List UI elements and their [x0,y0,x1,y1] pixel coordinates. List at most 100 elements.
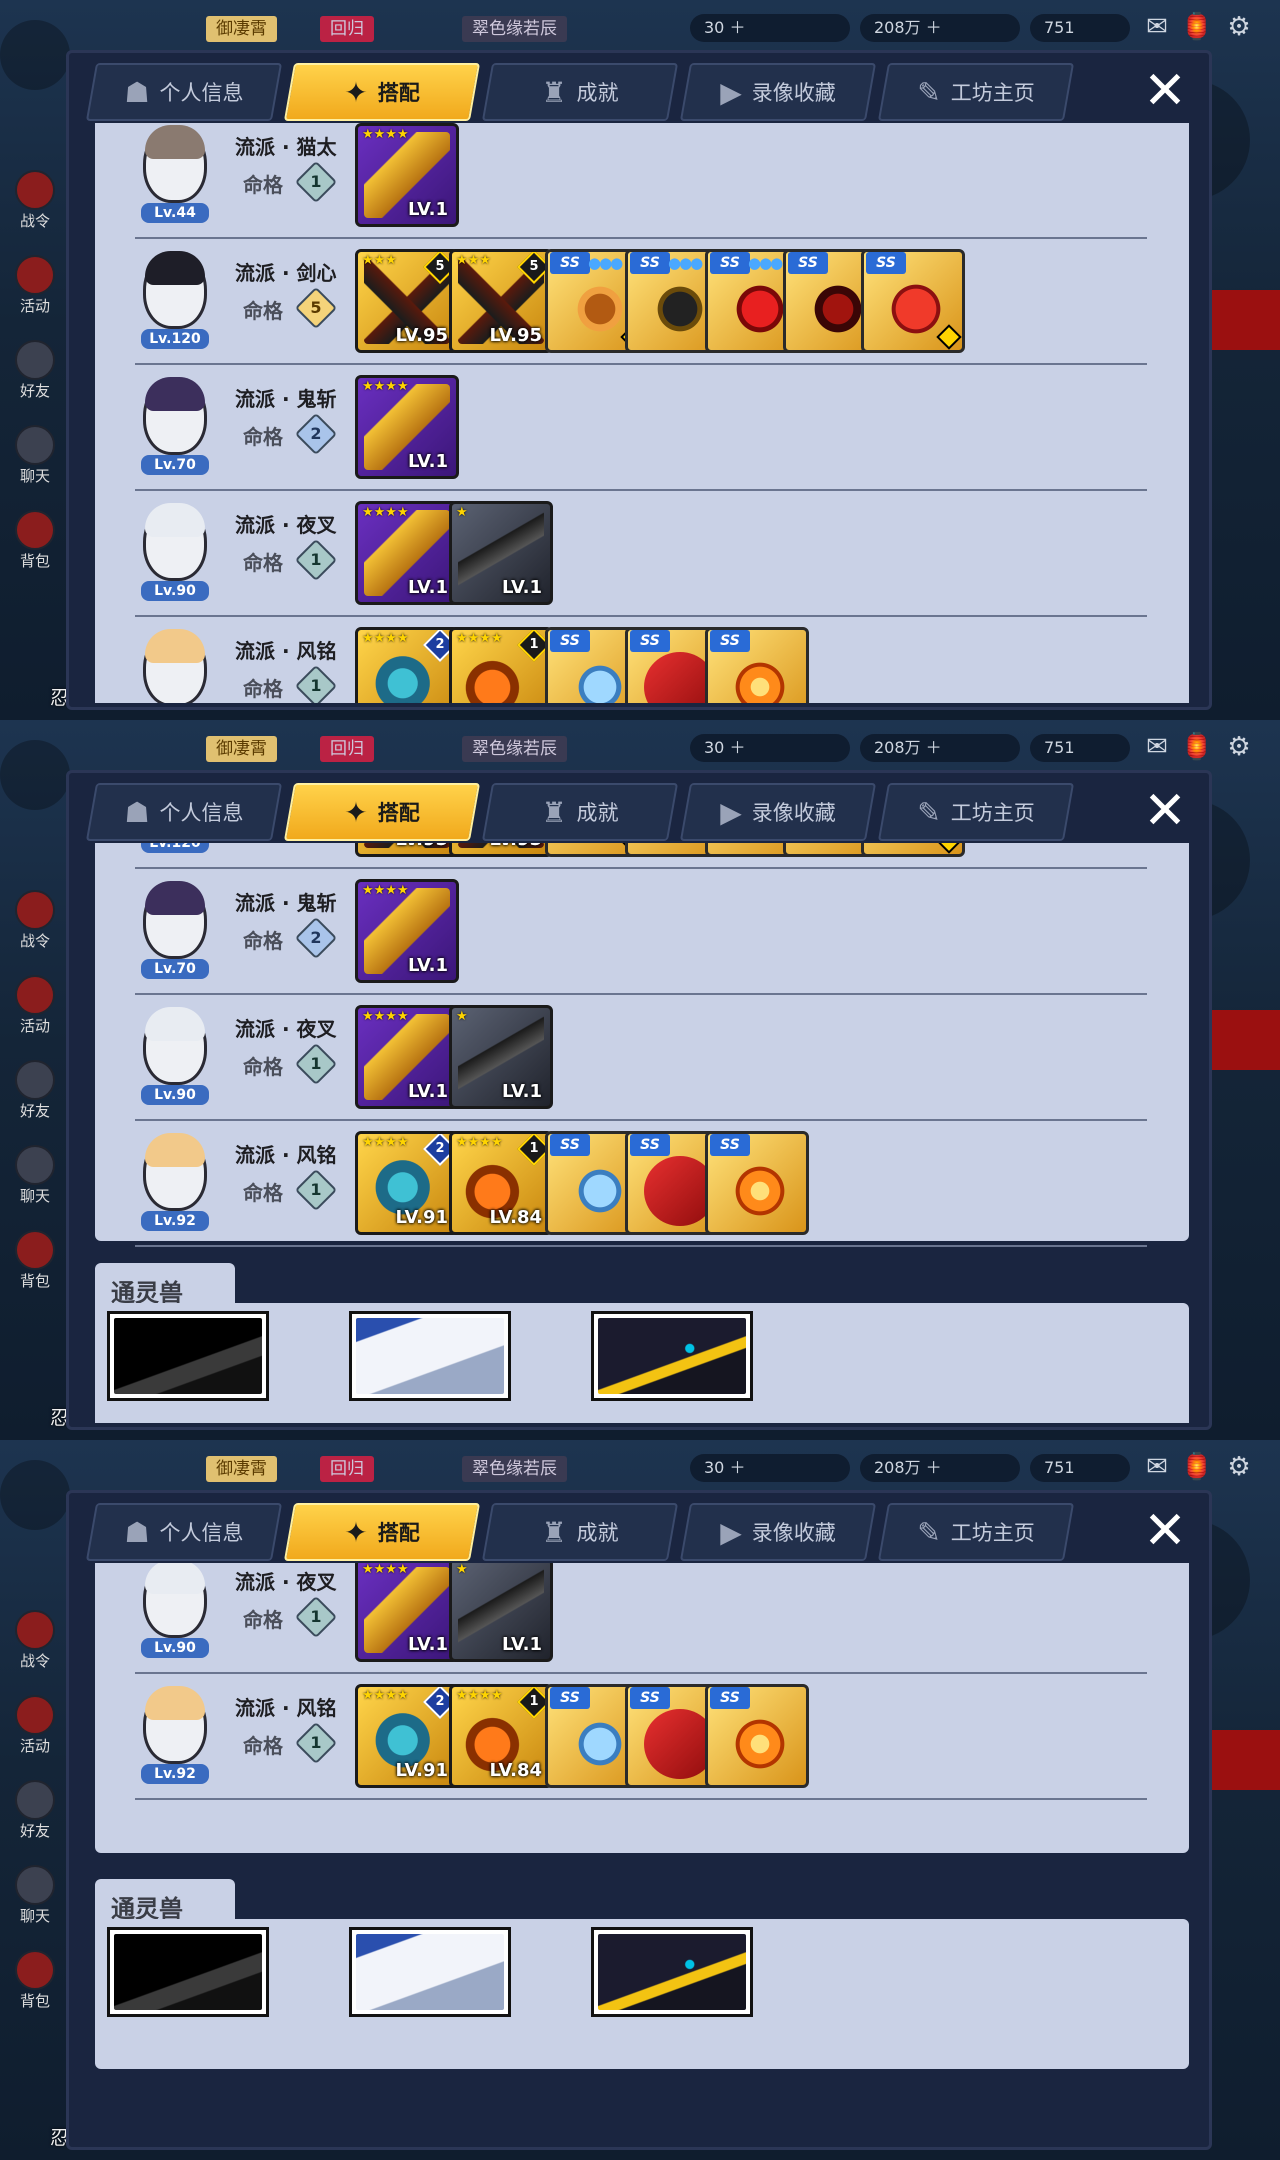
ninja-avatar[interactable]: Lv.70 [135,881,215,981]
settings-icon[interactable]: ⚙ [1222,10,1256,44]
dragon-weapon-item[interactable]: ★★★★2LV.91 [355,627,459,703]
tab-achievement[interactable]: ♜ 成就 [481,1503,679,1561]
pumpkin-weapon-item[interactable]: ★★★★1LV.84 [449,1684,553,1788]
black-dragon-beast[interactable] [107,1311,269,1401]
black-dragon-beast[interactable] [107,1927,269,2017]
crossblade-weapon-item[interactable]: ★★★5LV.95 [355,843,459,857]
kunai-weapon-item[interactable]: ★ LV.1 [449,1005,553,1109]
ninja-row[interactable]: Lv.92 流派 · 风铭 命格 1 ★★★★2LV.91★★★★1LV.84S… [135,1121,1147,1247]
tab-replays[interactable]: ▶ 录像收藏 [679,783,877,841]
tab-workshop[interactable]: ✎ 工坊主页 [877,783,1075,841]
ninja-row[interactable]: Lv.70 流派 · 鬼斩 命格 2 ★★★★ LV.1 [135,365,1147,491]
nav-chat[interactable]: 聊天 [4,425,66,486]
white-eagle-beast[interactable] [349,1311,511,1401]
return-label[interactable]: 回归 [320,736,374,762]
tab-profile[interactable]: ☗ 个人信息 [85,783,283,841]
close-icon[interactable]: ✕ [1137,63,1193,119]
tab-replays[interactable]: ▶ 录像收藏 [679,63,877,121]
ninja-row[interactable]: Lv.44 流派 · 猫太 命格 1 ★★★★ LV.1 [135,123,1147,239]
ninja-avatar[interactable]: Lv.92 [135,1133,215,1233]
dragon-weapon-item[interactable]: ★★★★2LV.91 [355,1684,459,1788]
gift-icon[interactable]: 🏮 [1180,10,1214,44]
ninja-avatar[interactable]: Lv.120 [135,843,215,855]
mail-icon[interactable]: ✉ [1140,10,1174,44]
gift-icon[interactable]: 🏮 [1180,1450,1214,1484]
nav-activity[interactable]: 活动 [4,1695,66,1756]
ninja-row[interactable]: Lv.92 流派 · 风铭 命格 1 ★★★★2LV.91★★★★1LV.84S… [135,1674,1147,1800]
scroll-weapon-item[interactable]: ★★★★ LV.1 [355,375,459,479]
crossblade-weapon-item[interactable]: ★★★5LV.95 [355,249,459,353]
event-label[interactable]: 翠色缘若辰 [462,16,567,42]
settings-icon[interactable]: ⚙ [1222,1450,1256,1484]
tab-replays[interactable]: ▶ 录像收藏 [679,1503,877,1561]
loadout-scroll[interactable]: Lv.120 流派 · 剑心 命格 5 ★★★5LV.95★★★5LV.95SS… [95,843,1189,1423]
black-crow-beast[interactable] [591,1927,753,2017]
rose-treasure-item[interactable]: SS [861,249,965,353]
scroll-weapon-item[interactable]: ★★★★ LV.1 [355,1005,459,1109]
tab-loadout[interactable]: ✦ 搭配 [283,783,481,841]
kunai-weapon-item[interactable]: ★ LV.1 [449,501,553,605]
black-crow-beast[interactable] [591,1311,753,1401]
ninja-avatar[interactable]: Lv.90 [135,1007,215,1107]
ninja-avatar[interactable]: Lv.92 [135,629,215,703]
scroll-weapon-item[interactable]: ★★★★ LV.1 [355,501,459,605]
tab-workshop[interactable]: ✎ 工坊主页 [877,63,1075,121]
tab-loadout[interactable]: ✦ 搭配 [283,1503,481,1561]
dragon-weapon-item[interactable]: ★★★★2LV.91 [355,1131,459,1235]
nav-activity[interactable]: 活动 [4,255,66,316]
scroll-weapon-item[interactable]: ★★★★ LV.1 [355,123,459,227]
nav-friends[interactable]: 好友 [4,1780,66,1841]
tab-workshop[interactable]: ✎ 工坊主页 [877,1503,1075,1561]
nav-friends[interactable]: 好友 [4,340,66,401]
crossblade-weapon-item[interactable]: ★★★5LV.95 [449,249,553,353]
fire-orb-treasure-item[interactable]: SS [705,627,809,703]
ninja-row[interactable]: Lv.120 流派 · 剑心 命格 5 ★★★5LV.95★★★5LV.95SS… [135,239,1147,365]
ninja-avatar[interactable]: Lv.92 [135,1686,215,1786]
fire-orb-treasure-item[interactable]: SS [705,1684,809,1788]
crossblade-weapon-item[interactable]: ★★★5LV.95 [449,843,553,857]
ninja-row[interactable]: Lv.90 流派 · 夜叉 命格 1 ★★★★ LV.1 ★ LV.1 [135,491,1147,617]
gift-icon[interactable]: 🏮 [1180,730,1214,764]
tab-achievement[interactable]: ♜ 成就 [481,783,679,841]
ninja-avatar[interactable]: Lv.120 [135,251,215,351]
mail-icon[interactable]: ✉ [1140,730,1174,764]
event-label[interactable]: 翠色缘若辰 [462,1456,567,1482]
pumpkin-weapon-item[interactable]: ★★★★1LV.84 [449,627,553,703]
ninja-avatar[interactable]: Lv.70 [135,377,215,477]
ninja-row[interactable]: Lv.90 流派 · 夜叉 命格 1 ★★★★ LV.1 ★ LV.1 [135,995,1147,1121]
ninja-row[interactable]: Lv.70 流派 · 鬼斩 命格 2 ★★★★ LV.1 [135,869,1147,995]
ninja-avatar[interactable]: Lv.90 [135,1563,215,1660]
nav-battlepass[interactable]: 战令 [4,170,66,231]
loadout-scroll[interactable]: Lv.90 流派 · 夜叉 命格 1 ★★★★ LV.1 ★ LV.1 Lv.92 流… [95,1563,1189,2143]
mail-icon[interactable]: ✉ [1140,1450,1174,1484]
ninja-avatar[interactable]: Lv.90 [135,503,215,603]
tab-profile[interactable]: ☗ 个人信息 [85,1503,283,1561]
nav-activity[interactable]: 活动 [4,975,66,1036]
nav-chat[interactable]: 聊天 [4,1145,66,1206]
ninja-avatar[interactable]: Lv.44 [135,125,215,225]
white-eagle-beast[interactable] [349,1927,511,2017]
scroll-weapon-item[interactable]: ★★★★ LV.1 [355,879,459,983]
return-label[interactable]: 回归 [320,1456,374,1482]
close-icon[interactable]: ✕ [1137,1503,1193,1559]
nav-friends[interactable]: 好友 [4,1060,66,1121]
ninja-row[interactable]: Lv.92 流派 · 风铭 命格 1 ★★★★2LV.91★★★★1LV.84S… [135,617,1147,703]
ninja-row[interactable]: Lv.90 流派 · 夜叉 命格 1 ★★★★ LV.1 ★ LV.1 [135,1563,1147,1674]
nav-battlepass[interactable]: 战令 [4,890,66,951]
pumpkin-weapon-item[interactable]: ★★★★1LV.84 [449,1131,553,1235]
nav-bag[interactable]: 背包 [4,1950,66,2011]
fire-orb-treasure-item[interactable]: SS [705,1131,809,1235]
settings-icon[interactable]: ⚙ [1222,730,1256,764]
nav-battlepass[interactable]: 战令 [4,1610,66,1671]
tab-achievement[interactable]: ♜ 成就 [481,63,679,121]
kunai-weapon-item[interactable]: ★ LV.1 [449,1563,553,1662]
return-label[interactable]: 回归 [320,16,374,42]
loadout-scroll[interactable]: Lv.44 流派 · 猫太 命格 1 ★★★★LV.1 Lv.120 流派 · … [95,123,1189,703]
ninja-row[interactable]: Lv.120 流派 · 剑心 命格 5 ★★★5LV.95★★★5LV.95SS… [135,843,1147,869]
tab-profile[interactable]: ☗ 个人信息 [85,63,283,121]
nav-bag[interactable]: 背包 [4,510,66,571]
nav-chat[interactable]: 聊天 [4,1865,66,1926]
tab-loadout[interactable]: ✦ 搭配 [283,63,481,121]
close-icon[interactable]: ✕ [1137,783,1193,839]
event-label[interactable]: 翠色缘若辰 [462,736,567,762]
